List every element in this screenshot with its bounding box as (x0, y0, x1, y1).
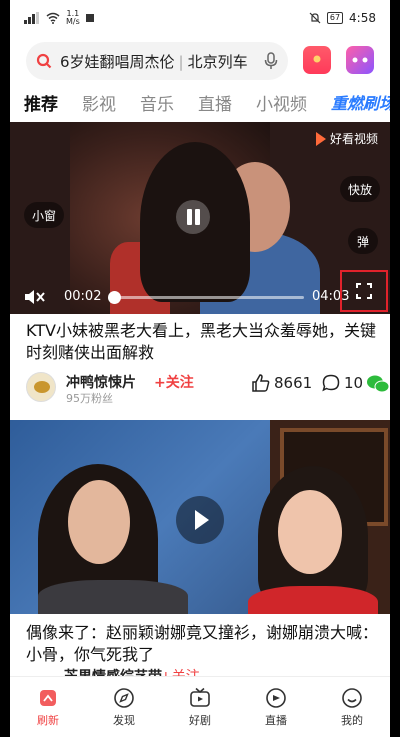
avatar[interactable] (26, 372, 56, 402)
current-time: 00:02 (64, 289, 102, 304)
video-title[interactable]: KTV小妹被黑老大看上，黑老大当众羞辱她，关键时刻赌侠出面解救 (26, 320, 378, 364)
clock: 4:58 (349, 11, 376, 25)
fullscreen-button[interactable] (340, 270, 388, 312)
tv-icon (190, 687, 210, 707)
pause-button[interactable] (176, 200, 210, 234)
video-controls: 00:02 04:03 (10, 270, 390, 314)
like-count: 8661 (274, 374, 313, 392)
notification-icon (85, 14, 94, 22)
gamepad-icon[interactable] (346, 46, 374, 74)
battery-indicator: 67 (326, 12, 344, 24)
fan-count: 95万粉丝 (66, 392, 113, 405)
progress-knob[interactable] (107, 291, 121, 304)
nav-drama[interactable]: 好剧 (162, 677, 238, 737)
tab-recommend[interactable]: 推荐 (24, 90, 58, 115)
nav-profile[interactable]: 我的 (314, 677, 390, 737)
live-icon (266, 687, 286, 708)
small-window-button[interactable]: 小窗 (24, 202, 64, 228)
comment-button[interactable]: 10 (322, 374, 363, 392)
author-row: 冲鸭惊悚片 +关注 95万粉丝 8661 10 (26, 370, 390, 405)
tab-live[interactable]: 直播 (198, 90, 232, 115)
video-player-1[interactable]: 好看视频 小窗 快放 弹 00:02 04:03 (10, 122, 390, 314)
red-packet-icon[interactable] (303, 46, 331, 74)
search-icon (36, 53, 52, 69)
video-player-2[interactable] (10, 420, 390, 614)
nav-discover[interactable]: 发现 (86, 677, 162, 737)
comment-icon (322, 374, 340, 392)
follow-button[interactable]: +关注 (160, 666, 200, 676)
nav-label: 好剧 (189, 713, 211, 727)
tab-music[interactable]: 音乐 (140, 90, 174, 115)
haokan-video-badge: 好看视频 (315, 130, 378, 147)
microphone-icon[interactable] (264, 52, 278, 70)
wechat-share-icon[interactable] (366, 374, 390, 394)
search-query: 6岁娃翻唱周杰伦 | 北京列车 (60, 52, 248, 71)
phone-screen: 1.1 M/s 67 4:58 6岁娃翻唱周杰伦 | 北京列车 推荐 影视 音乐 直播… (10, 0, 390, 737)
nav-label: 直播 (265, 713, 287, 727)
haokan-logo-icon (315, 131, 326, 146)
bottom-nav: 刷新 发现 好剧 直播 我的 (10, 676, 390, 737)
nav-label: 刷新 (37, 713, 59, 727)
video-frame-figure (248, 466, 378, 614)
video-title[interactable]: 偶像来了：赵丽颖谢娜竟又撞衫，谢娜崩溃大喊：小骨，你气死我了 (26, 622, 378, 666)
fast-forward-button[interactable]: 快放 (340, 176, 380, 202)
nav-refresh[interactable]: 刷新 (10, 677, 86, 737)
thumbs-up-icon (252, 374, 270, 392)
nav-label: 我的 (341, 713, 363, 727)
author-name[interactable]: 芒果情感综艺带 (64, 666, 162, 676)
comment-count: 10 (344, 374, 364, 392)
home-icon (40, 689, 56, 706)
tab-special-promo[interactable]: 重燃刷场 (331, 90, 390, 114)
nav-live[interactable]: 直播 (238, 677, 314, 737)
net-speed: 1.1 M/s (66, 9, 80, 26)
tab-short-video[interactable]: 小视频 (256, 90, 307, 115)
search-row: 6岁娃翻唱周杰伦 | 北京列车 (10, 40, 390, 84)
nav-label: 发现 (113, 713, 135, 727)
search-input[interactable]: 6岁娃翻唱周杰伦 | 北京列车 (26, 42, 288, 80)
tab-film[interactable]: 影视 (82, 90, 116, 115)
follow-button[interactable]: +关注 (154, 372, 194, 392)
author-name[interactable]: 冲鸭惊悚片 (66, 372, 136, 392)
signal-icon (24, 12, 39, 24)
wifi-icon (46, 12, 60, 24)
danmu-button[interactable]: 弹 (348, 228, 378, 254)
compass-icon (114, 687, 134, 708)
mute-icon[interactable] (24, 290, 46, 304)
progress-bar[interactable] (107, 291, 304, 304)
smiley-icon (342, 687, 362, 708)
play-button[interactable] (176, 496, 224, 544)
video-frame-figure (38, 464, 188, 614)
mute-bell-icon (309, 12, 321, 24)
category-tabs: 推荐 影视 音乐 直播 小视频 重燃刷场 (10, 86, 390, 118)
fullscreen-icon (356, 283, 372, 299)
like-button[interactable]: 8661 (252, 374, 312, 392)
status-bar: 1.1 M/s 67 4:58 (10, 0, 390, 36)
